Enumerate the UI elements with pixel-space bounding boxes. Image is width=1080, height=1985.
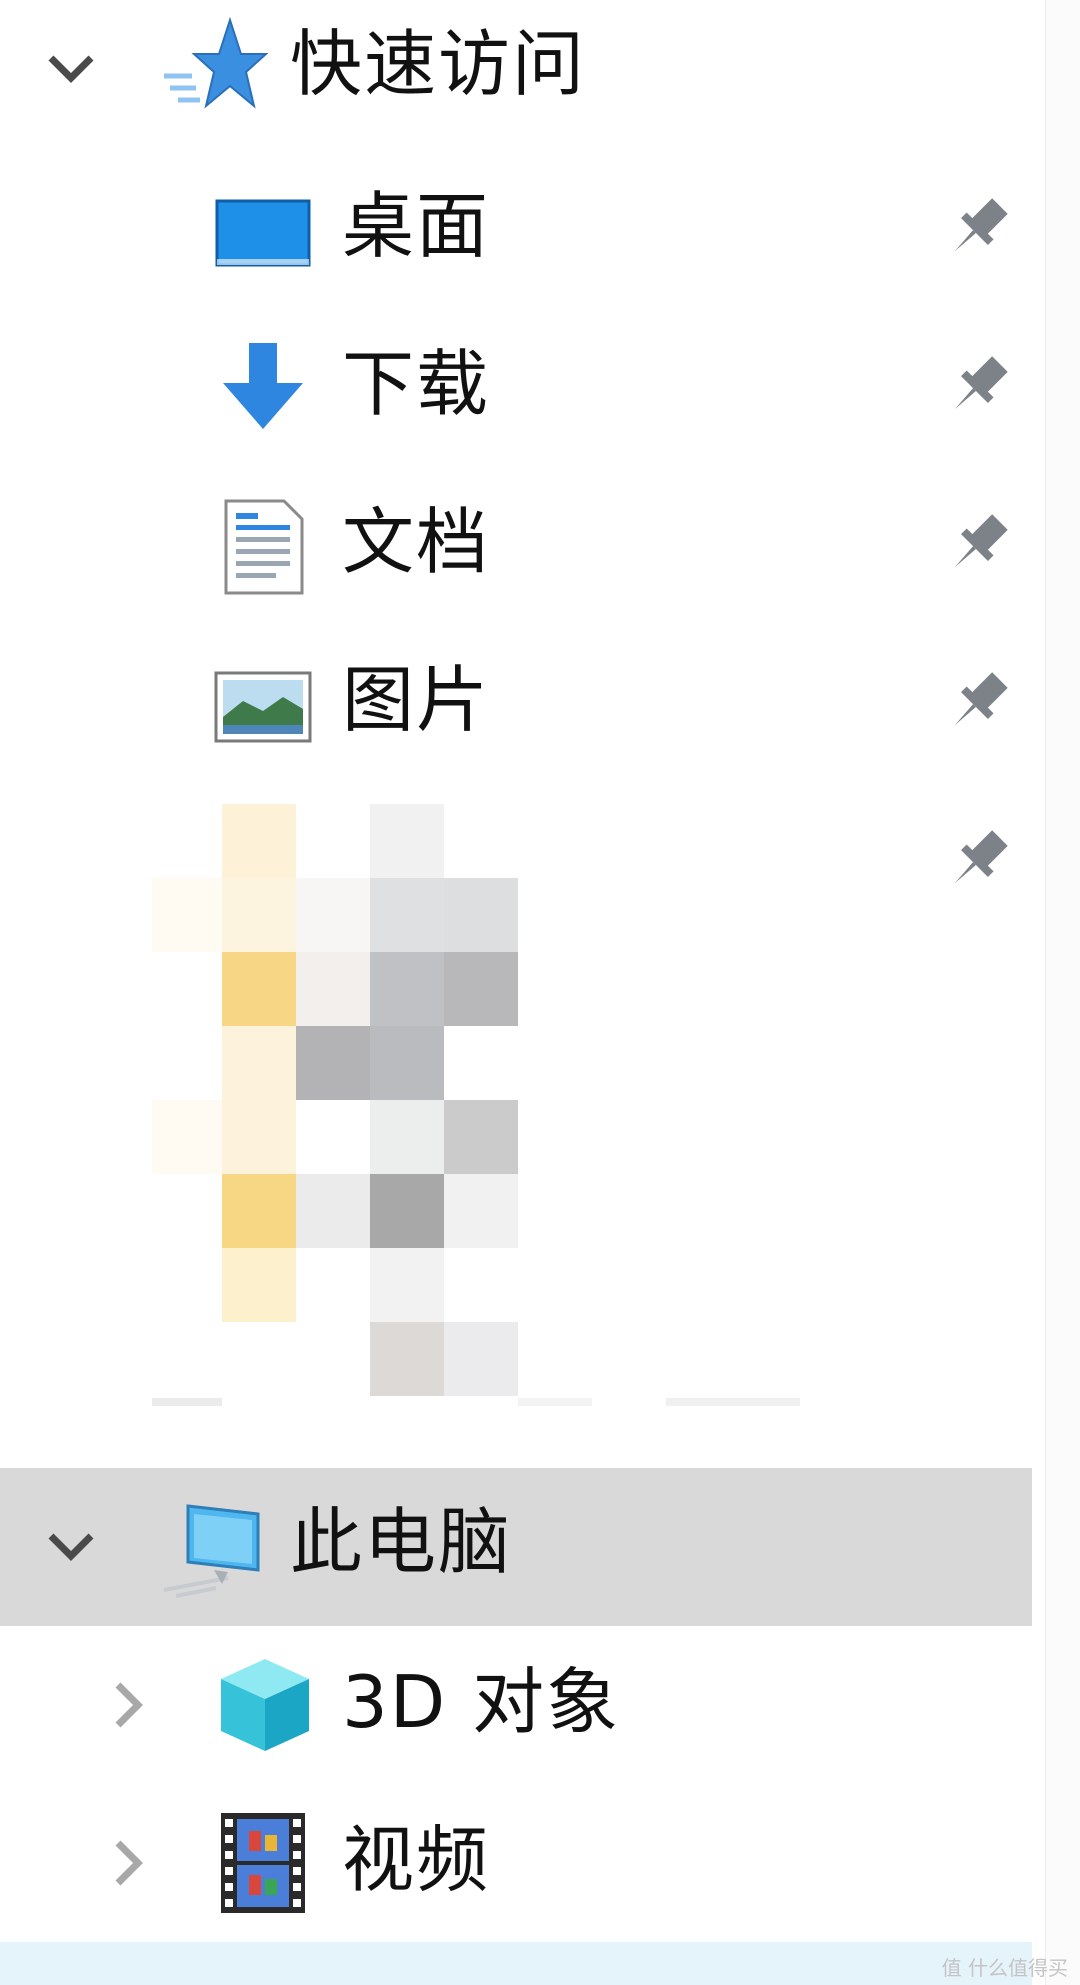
nav-item-pictures[interactable]: 图片 xyxy=(0,632,1032,790)
nav-item-label: 图片 xyxy=(342,658,491,742)
nav-item-label: 快速访问 xyxy=(290,22,587,106)
navigation-pane: 快速访问 桌面 下载 文档 图片 此电脑 3D 对象 视频 值 什么值得买 xyxy=(0,0,1080,1985)
next-item-hover-row[interactable] xyxy=(0,1942,1032,1985)
nav-item-label: 下载 xyxy=(342,342,491,426)
vertical-scrollbar[interactable] xyxy=(1045,0,1080,1985)
desktop-icon xyxy=(208,178,318,288)
chevron-down-icon[interactable] xyxy=(36,34,106,104)
nav-item-quick-access[interactable]: 快速访问 xyxy=(0,0,1032,158)
watermark: 值 什么值得买 xyxy=(941,1956,1068,1980)
chevron-right-icon[interactable] xyxy=(94,1828,164,1898)
nav-item-label: 桌面 xyxy=(342,184,491,268)
nav-item-this-pc[interactable]: 此电脑 xyxy=(0,1468,1032,1626)
film-strip-icon xyxy=(208,1808,318,1918)
nav-item-documents[interactable]: 文档 xyxy=(0,474,1032,632)
pin-icon[interactable] xyxy=(938,504,1018,584)
nav-item-desktop[interactable]: 桌面 xyxy=(0,158,1032,316)
pin-icon[interactable] xyxy=(938,820,1018,900)
nav-item-label: 文档 xyxy=(342,500,491,584)
download-arrow-icon xyxy=(208,332,318,442)
cube-3d-icon xyxy=(210,1650,320,1760)
pin-icon[interactable] xyxy=(938,346,1018,426)
chevron-down-icon[interactable] xyxy=(36,1512,106,1582)
computer-icon xyxy=(158,1492,268,1602)
nav-item-downloads[interactable]: 下载 xyxy=(0,316,1032,474)
nav-item-label: 3D 对象 xyxy=(342,1660,621,1744)
pin-icon[interactable] xyxy=(938,188,1018,268)
nav-item-videos[interactable]: 视频 xyxy=(0,1784,1032,1942)
nav-item-obscured[interactable] xyxy=(0,790,1032,1410)
nav-item-3d-objects[interactable]: 3D 对象 xyxy=(0,1626,1032,1784)
star-icon xyxy=(158,14,268,124)
document-icon xyxy=(208,492,318,602)
chevron-right-icon[interactable] xyxy=(94,1670,164,1740)
pin-icon[interactable] xyxy=(938,662,1018,742)
pictures-icon xyxy=(208,652,318,762)
nav-item-label: 视频 xyxy=(342,1818,491,1902)
nav-item-label: 此电脑 xyxy=(290,1500,513,1584)
